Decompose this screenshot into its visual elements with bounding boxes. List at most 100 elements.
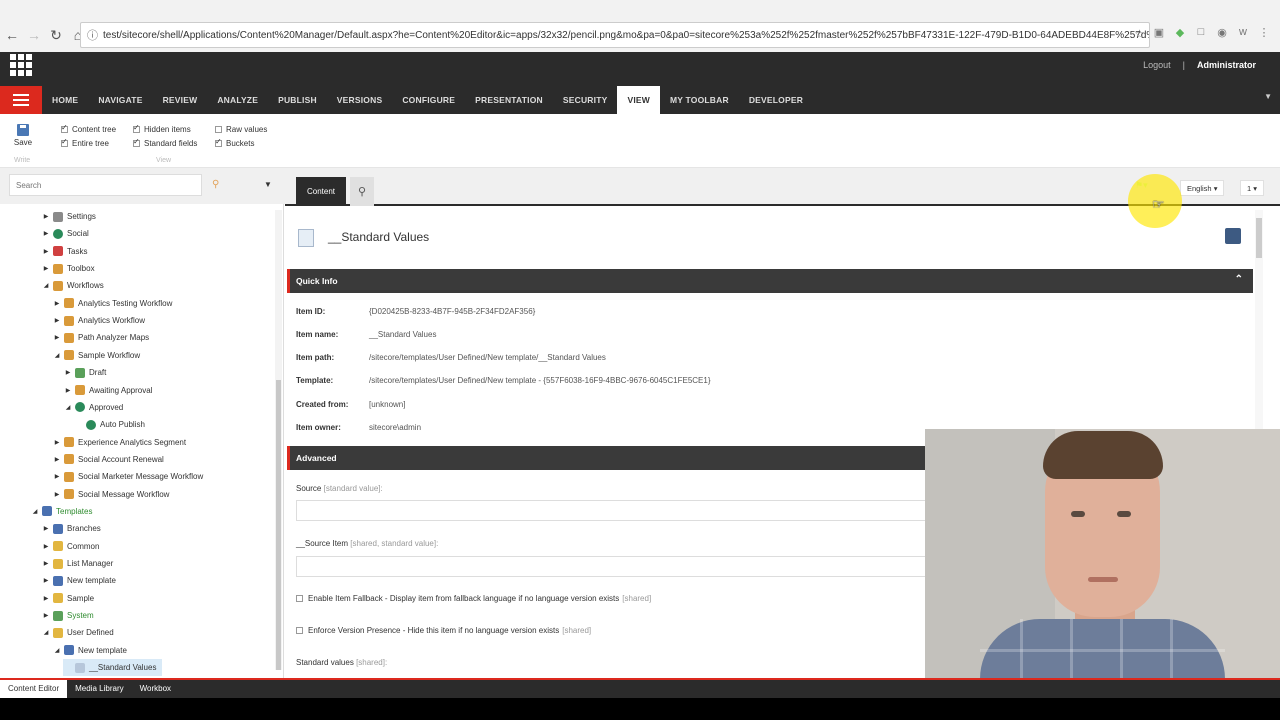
chevron-up-icon[interactable]: ⌃ [1235, 274, 1243, 285]
checkbox-box[interactable] [296, 627, 303, 634]
checkbox-box[interactable] [296, 595, 303, 602]
tab-review[interactable]: REVIEW [153, 86, 208, 114]
menu-dots-icon[interactable]: ⋮ [1257, 25, 1271, 39]
tree-item[interactable]: ▶ Toolbox [41, 260, 95, 277]
tab-publish[interactable]: PUBLISH [268, 86, 327, 114]
source-item-input[interactable] [296, 556, 946, 577]
tree-item[interactable]: ◢ Workflows [41, 277, 104, 294]
tab-content[interactable]: Content [296, 177, 346, 206]
caret-right-icon[interactable]: ▶ [41, 230, 51, 237]
forward-icon[interactable]: → [24, 25, 44, 45]
tree-item[interactable]: ▶ Social Message Workflow [52, 486, 169, 503]
checkbox-content-tree[interactable]: Content tree [61, 123, 116, 134]
search-input[interactable] [9, 174, 202, 196]
address-bar[interactable]: ⓘ test/sitecore/shell/Applications/Conte… [80, 22, 1150, 48]
tree-item[interactable]: ▶ Settings [41, 208, 96, 225]
tab-view[interactable]: VIEW [617, 86, 660, 114]
tab-my-toolbar[interactable]: MY TOOLBAR [660, 86, 739, 114]
tab-configure[interactable]: CONFIGURE [392, 86, 465, 114]
tree-item[interactable]: ◢ Templates [30, 503, 92, 520]
caret-right-icon[interactable]: ▶ [41, 213, 51, 220]
tree-item[interactable]: ◢ User Defined [41, 624, 114, 641]
caret-right-icon[interactable]: ▶ [52, 300, 62, 307]
caret-right-icon[interactable]: ▶ [41, 525, 51, 532]
tree-item[interactable]: ▶ Experience Analytics Segment [52, 434, 186, 451]
caret-right-icon[interactable]: ▶ [41, 265, 51, 272]
checkbox-box[interactable] [215, 126, 222, 133]
quick-info-header[interactable]: Quick Info ⌃ [287, 269, 1253, 293]
caret-down-icon[interactable]: ◢ [63, 404, 73, 411]
caret-right-icon[interactable]: ▶ [41, 595, 51, 602]
tree-item[interactable]: ▶ System [41, 607, 94, 624]
source-input[interactable] [296, 500, 946, 521]
username[interactable]: Administrator [1197, 60, 1256, 70]
checkbox-box[interactable] [61, 137, 68, 147]
caret-down-icon[interactable]: ◢ [41, 629, 51, 636]
caret-right-icon[interactable]: ▶ [63, 369, 73, 376]
tab-presentation[interactable]: PRESENTATION [465, 86, 553, 114]
save-button[interactable]: Save [12, 124, 34, 147]
enforce-version-checkbox[interactable]: Enforce Version Presence - Hide this ite… [296, 626, 591, 635]
caret-right-icon[interactable]: ▶ [41, 560, 51, 567]
caret-right-icon[interactable]: ▶ [52, 456, 62, 463]
tree-item[interactable]: ▶ Analytics Workflow [52, 312, 145, 329]
tree-item[interactable]: ▶ Branches [41, 520, 101, 537]
logout-link[interactable]: Logout [1143, 60, 1171, 70]
tree-item[interactable]: __Standard Values [63, 659, 163, 677]
user-profile-icon[interactable] [1225, 228, 1241, 244]
chevron-down-icon[interactable]: ▼ [264, 180, 272, 189]
caret-right-icon[interactable]: ▶ [52, 317, 62, 324]
tree-item[interactable]: ▶ Tasks [41, 243, 87, 260]
tab-navigate[interactable]: NAVIGATE [88, 86, 152, 114]
tree-item[interactable]: ▶ Path Analyzer Maps [52, 329, 149, 346]
caret-right-icon[interactable]: ▶ [41, 248, 51, 255]
version-dropdown[interactable]: 1 ▾ [1240, 180, 1265, 196]
ribbon-collapse-icon[interactable]: ▼ [1264, 92, 1272, 101]
tree-item[interactable]: ▶ Awaiting Approval [63, 382, 152, 399]
extension-icon-5[interactable]: w [1236, 25, 1250, 39]
checkbox-box[interactable] [133, 123, 140, 133]
info-icon[interactable]: ⓘ [87, 27, 98, 43]
caret-right-icon[interactable]: ▶ [41, 612, 51, 619]
checkbox-hidden-items[interactable]: Hidden items [133, 123, 191, 134]
tree-item[interactable]: ◢ Sample Workflow [52, 347, 140, 364]
tab-workbox[interactable]: Workbox [132, 680, 179, 698]
checkbox-box[interactable] [61, 123, 68, 133]
tree-item[interactable]: ▶ Social Account Renewal [52, 451, 164, 468]
caret-right-icon[interactable]: ▶ [52, 473, 62, 480]
reload-icon[interactable]: ↻ [46, 25, 66, 45]
caret-right-icon[interactable]: ▶ [63, 387, 73, 394]
tree-item[interactable]: ◢ Approved [63, 399, 123, 416]
tree-item[interactable]: ◢ New template [52, 642, 127, 659]
tab-security[interactable]: SECURITY [553, 86, 618, 114]
checkbox-buckets[interactable]: Buckets [215, 137, 254, 148]
tree-item[interactable]: ▶ Draft [63, 364, 106, 381]
back-icon[interactable]: ← [2, 25, 22, 45]
tree-item[interactable]: ▶ Social Marketer Message Workflow [52, 468, 203, 485]
extension-icon-3[interactable]: □ [1194, 25, 1208, 39]
caret-down-icon[interactable]: ◢ [52, 647, 62, 654]
tree-item[interactable]: ▶ Social [41, 225, 89, 242]
tree-item[interactable]: ▶ Sample [41, 590, 94, 607]
caret-right-icon[interactable]: ▶ [52, 334, 62, 341]
search-icon[interactable]: ⚲ [212, 179, 219, 190]
checkbox-standard-fields[interactable]: Standard fields [133, 137, 197, 148]
tree-item[interactable]: Auto Publish [74, 416, 145, 433]
caret-right-icon[interactable]: ▶ [41, 543, 51, 550]
tab-developer[interactable]: DEVELOPER [739, 86, 813, 114]
search-icon[interactable]: ⚲ [350, 177, 374, 206]
caret-right-icon[interactable]: ▶ [52, 491, 62, 498]
checkbox-entire-tree[interactable]: Entire tree [61, 137, 109, 148]
enable-fallback-checkbox[interactable]: Enable Item Fallback - Display item from… [296, 594, 651, 603]
caret-down-icon[interactable]: ◢ [52, 352, 62, 359]
extension-icon-1[interactable]: ▣ [1152, 25, 1166, 39]
tab-home[interactable]: HOME [42, 86, 88, 114]
caret-down-icon[interactable]: ◢ [41, 282, 51, 289]
tree-item[interactable]: ▶ List Manager [41, 555, 113, 572]
camera-icon[interactable]: ◉ [1215, 25, 1229, 39]
bookmark-star-icon[interactable]: ☆ [1134, 27, 1145, 41]
caret-down-icon[interactable]: ◢ [30, 508, 40, 515]
language-dropdown[interactable]: English ▾ [1180, 180, 1225, 196]
tab-versions[interactable]: VERSIONS [327, 86, 393, 114]
checkbox-raw-values[interactable]: Raw values [215, 125, 267, 134]
